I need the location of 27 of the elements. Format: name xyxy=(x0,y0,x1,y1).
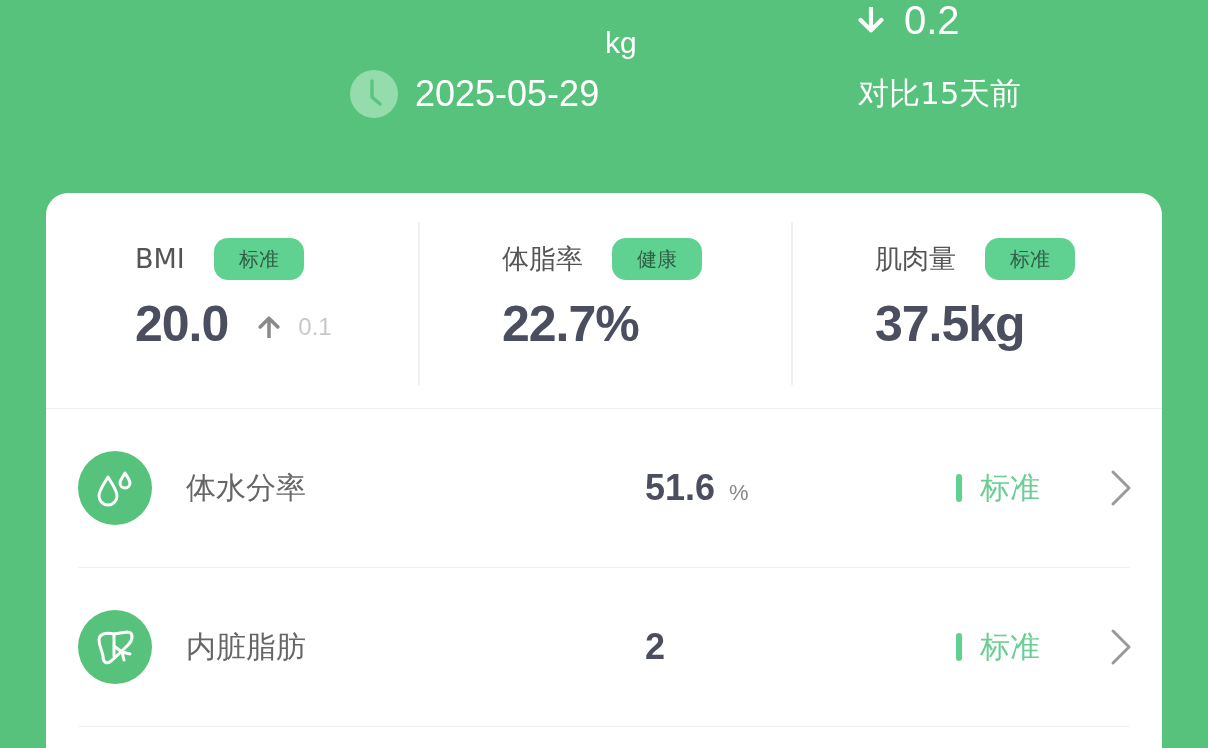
status-badge: 标准 xyxy=(985,238,1075,280)
water-drops-icon xyxy=(78,451,152,525)
status-badge: 健康 xyxy=(612,238,702,280)
metric-value: 2 xyxy=(645,626,666,668)
status-marker-icon xyxy=(956,633,962,661)
stat-label: 肌肉量 xyxy=(875,242,956,276)
metric-status: 标准 xyxy=(980,468,1040,507)
measurement-date: 2025-05-29 xyxy=(415,74,600,114)
stat-value: 37.5kg xyxy=(875,295,1025,354)
chevron-icon[interactable] xyxy=(1110,469,1132,507)
metric-status: 标准 xyxy=(980,627,1040,666)
chevron-icon[interactable] xyxy=(1110,628,1132,666)
clock-icon xyxy=(350,70,398,118)
stat-label: 体脂率 xyxy=(502,242,583,276)
stat-value: 20.0 xyxy=(135,295,229,354)
metric-value: 51.6 xyxy=(645,467,716,509)
weight-change-value: 0.2 xyxy=(904,0,960,40)
organ-icon xyxy=(78,610,152,684)
stat-value: 22.7% xyxy=(502,295,639,354)
metric-name: 内脏脂肪 xyxy=(186,627,306,666)
status-marker-icon xyxy=(956,474,962,502)
metric-name: 体水分率 xyxy=(186,468,306,507)
weight-unit: kg xyxy=(605,26,637,60)
comparison-caption: 对比15天前 xyxy=(858,74,1022,113)
stat-label: BMI xyxy=(135,242,185,276)
metric-unit: % xyxy=(729,480,749,506)
status-badge: 标准 xyxy=(213,238,304,280)
